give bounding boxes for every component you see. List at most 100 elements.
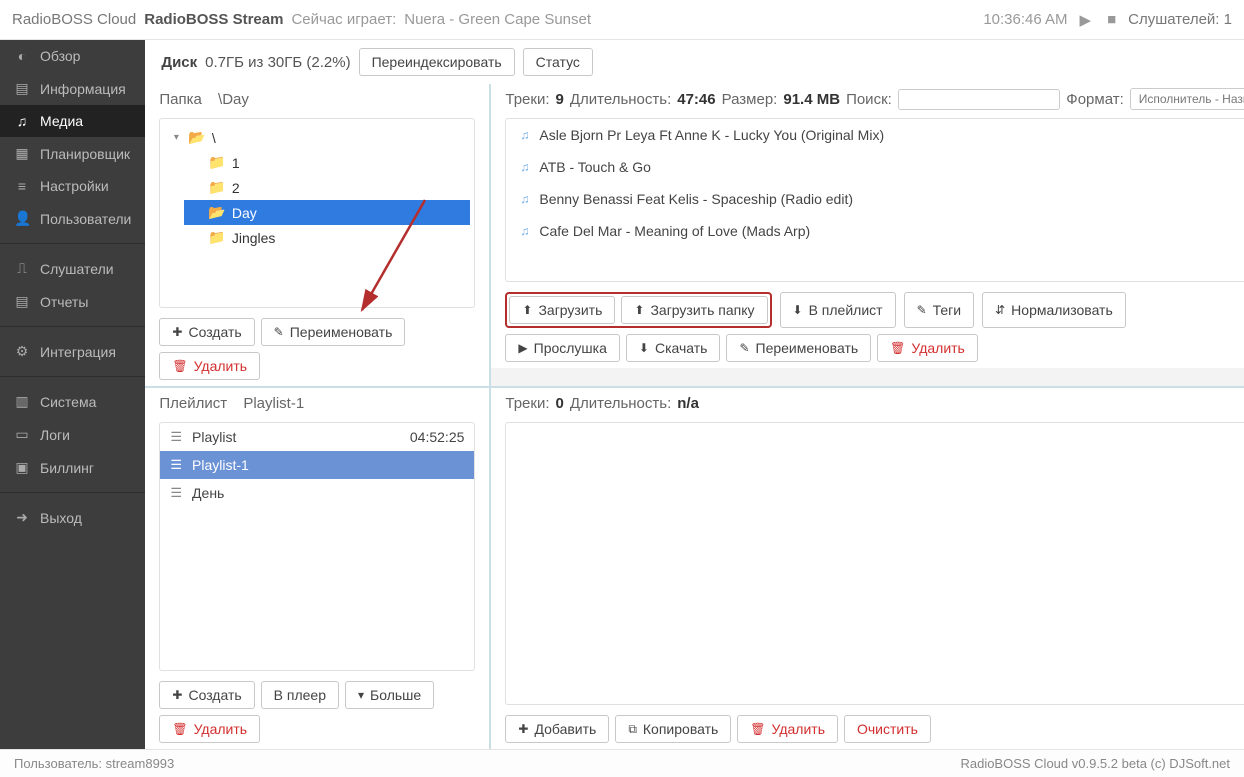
plus-icon: ✚ xyxy=(518,722,528,736)
pl-delete-button[interactable]: 🗑Удалить xyxy=(737,715,838,743)
track-row[interactable]: ♫Benny Benassi Feat Kelis - Spaceship (R… xyxy=(506,183,1244,215)
sidebar-item-scheduler[interactable]: ▦ Планировщик xyxy=(0,137,145,170)
sidebar-item-info[interactable]: ▤Информация xyxy=(0,72,145,105)
sidebar-item-label: Обзор xyxy=(40,48,80,64)
sidebar-item-label: Планировщик xyxy=(40,146,130,162)
track-search-input[interactable] xyxy=(898,89,1061,110)
track-rename-button[interactable]: ✎Переименовать xyxy=(726,334,871,362)
trash-icon: 🗑 xyxy=(172,359,187,373)
track-row[interactable]: ♫ATB - Touch & Go05:56 xyxy=(506,151,1244,183)
playlist-to-player-button[interactable]: В плеер xyxy=(261,681,339,709)
disk-label: Диск xyxy=(161,54,197,71)
music-note-icon: ♫ xyxy=(520,192,529,206)
now-playing-label: Сейчас играет: xyxy=(291,11,396,28)
listeners-icon: ⎍ xyxy=(14,260,30,277)
clock: 10:36:46 AM xyxy=(983,11,1067,28)
music-note-icon: ♫ xyxy=(520,224,529,238)
tracks-list[interactable]: ♫Asle Bjorn Pr Leya Ft Anne K - Lucky Yo… xyxy=(505,118,1244,282)
pl-add-button[interactable]: ✚Добавить xyxy=(505,715,609,743)
playlist-row[interactable]: ☰День xyxy=(160,479,474,507)
playlist-create-button[interactable]: ✚Создать xyxy=(159,681,254,709)
sidebar-item-label: Настройки xyxy=(40,178,109,194)
reports-icon: ▤ xyxy=(14,293,30,310)
tree-item[interactable]: 📂Day xyxy=(184,200,470,225)
sidebar-item-integration[interactable]: ⚙ Интеграция xyxy=(0,335,145,368)
sidebar-item-listeners[interactable]: ⎍Слушатели xyxy=(0,252,145,285)
sidebar-item-label: Медиа xyxy=(40,113,83,129)
sidebar: ◐Обзор▤Информация ♫ Медиа ▦ Планировщик ≡ Наст… xyxy=(0,40,145,749)
integration-icon: ⚙ xyxy=(14,343,30,360)
folder-icon: 📁 xyxy=(208,154,225,171)
billing-icon: ▣ xyxy=(14,459,30,476)
playlist-more-button[interactable]: ▾Больше xyxy=(345,681,434,709)
normalize-icon: ⇵ xyxy=(995,303,1005,317)
folder-open-icon: 📂 xyxy=(188,129,205,146)
settings-icon: ≡ xyxy=(14,178,30,194)
listen-button[interactable]: ▶Прослушка xyxy=(505,334,620,362)
trash-icon: 🗑 xyxy=(750,722,765,736)
playlist-delete-button[interactable]: 🗑Удалить xyxy=(159,715,260,743)
folder-delete-button[interactable]: 🗑Удалить xyxy=(159,352,260,380)
sidebar-item-label: Интеграция xyxy=(40,344,116,360)
logs-icon: ▭ xyxy=(14,426,30,443)
folder-icon: 📁 xyxy=(208,229,225,246)
pencil-icon: ✎ xyxy=(739,341,749,355)
sidebar-item-reports[interactable]: ▤Отчеты xyxy=(0,285,145,318)
folder-breadcrumb: Папка \Day xyxy=(145,84,489,114)
trash-icon: 🗑 xyxy=(890,341,905,355)
playlist-row[interactable]: ☰Playlist04:52:25 xyxy=(160,423,474,451)
sidebar-item-label: Пользователи xyxy=(40,211,131,227)
playlists-list[interactable]: ☰Playlist04:52:25☰Playlist-1☰День xyxy=(159,422,475,671)
disk-toolbar: Диск 0.7ГБ из 30ГБ (2.2%) Переиндексиров… xyxy=(145,40,1244,84)
sidebar-item-logs[interactable]: ▭Логи xyxy=(0,418,145,451)
brand-label: RadioBOSS Cloud xyxy=(12,11,136,28)
sidebar-item-billing[interactable]: ▣Биллинг xyxy=(0,451,145,484)
tags-button[interactable]: ✎Теги xyxy=(904,292,975,328)
listeners-count: Слушателей: 1 xyxy=(1128,11,1232,28)
copy-icon: ⧉ xyxy=(628,722,637,737)
playlist-icon: ☰ xyxy=(170,457,182,473)
normalize-button[interactable]: ⇵Нормализовать xyxy=(982,292,1126,328)
sidebar-item-system[interactable]: ▥Система xyxy=(0,385,145,418)
download-icon: ⬇ xyxy=(639,341,649,355)
music-note-icon: ♫ xyxy=(520,160,529,174)
media-icon: ♫ xyxy=(14,113,30,129)
track-row[interactable]: ♫Asle Bjorn Pr Leya Ft Anne K - Lucky Yo… xyxy=(506,119,1244,151)
sidebar-item-overview[interactable]: ◐Обзор xyxy=(0,40,145,72)
upload-folder-button[interactable]: ⬆Загрузить папку xyxy=(621,296,767,324)
sidebar-item-users[interactable]: 👤Пользователи xyxy=(0,202,145,235)
folder-tree[interactable]: ▾📂\ 📁1📁2📂Day📁Jingles xyxy=(159,118,475,308)
stop-icon[interactable]: ■ xyxy=(1103,11,1120,28)
upload-button[interactable]: ⬆Загрузить xyxy=(509,296,615,324)
tree-item[interactable]: 📁2 xyxy=(184,175,470,200)
playlist-row[interactable]: ☰Playlist-1 xyxy=(160,451,474,479)
download-button[interactable]: ⬇Скачать xyxy=(626,334,721,362)
track-delete-button[interactable]: 🗑Удалить xyxy=(877,334,978,362)
stream-name: RadioBOSS Stream xyxy=(144,11,283,28)
scheduler-icon: ▦ xyxy=(14,145,30,162)
reindex-button[interactable]: Переиндексировать xyxy=(359,48,515,76)
folder-icon: 📂 xyxy=(208,204,225,221)
footer-user: Пользователь: stream8993 xyxy=(14,756,174,771)
status-button[interactable]: Статус xyxy=(523,48,593,76)
sidebar-item-media[interactable]: ♫ Медиа xyxy=(0,105,145,137)
play-icon: ▶ xyxy=(518,341,527,355)
track-row[interactable]: ♫Cafe Del Mar - Meaning of Love (Mads Ar… xyxy=(506,215,1244,247)
track-format-select[interactable]: Исполнитель - Название xyxy=(1130,88,1244,110)
folder-icon: 📁 xyxy=(208,179,225,196)
sidebar-item-logout[interactable]: ➜Выход xyxy=(0,501,145,534)
tree-root[interactable]: ▾📂\ xyxy=(164,125,470,150)
tracks-header: Треки: 9 Длительность: 47:46 Размер: 91.… xyxy=(491,84,1244,114)
pl-copy-button[interactable]: ⧉Копировать xyxy=(615,715,731,743)
to-playlist-button[interactable]: ⬇В плейлист xyxy=(780,292,896,328)
folder-rename-button[interactable]: ✎Переименовать xyxy=(261,318,406,346)
sidebar-item-settings[interactable]: ≡ Настройки xyxy=(0,170,145,202)
tree-item[interactable]: 📁Jingles xyxy=(184,225,470,250)
pl-clear-button[interactable]: Очистить xyxy=(844,715,931,743)
folder-create-button[interactable]: ✚Создать xyxy=(159,318,254,346)
info-icon: ▤ xyxy=(14,80,30,97)
playlist-tracks-list[interactable] xyxy=(505,422,1244,705)
tree-item[interactable]: 📁1 xyxy=(184,150,470,175)
play-icon[interactable]: ▶ xyxy=(1076,11,1096,29)
horizontal-scrollbar[interactable]: ▶ xyxy=(491,368,1244,386)
